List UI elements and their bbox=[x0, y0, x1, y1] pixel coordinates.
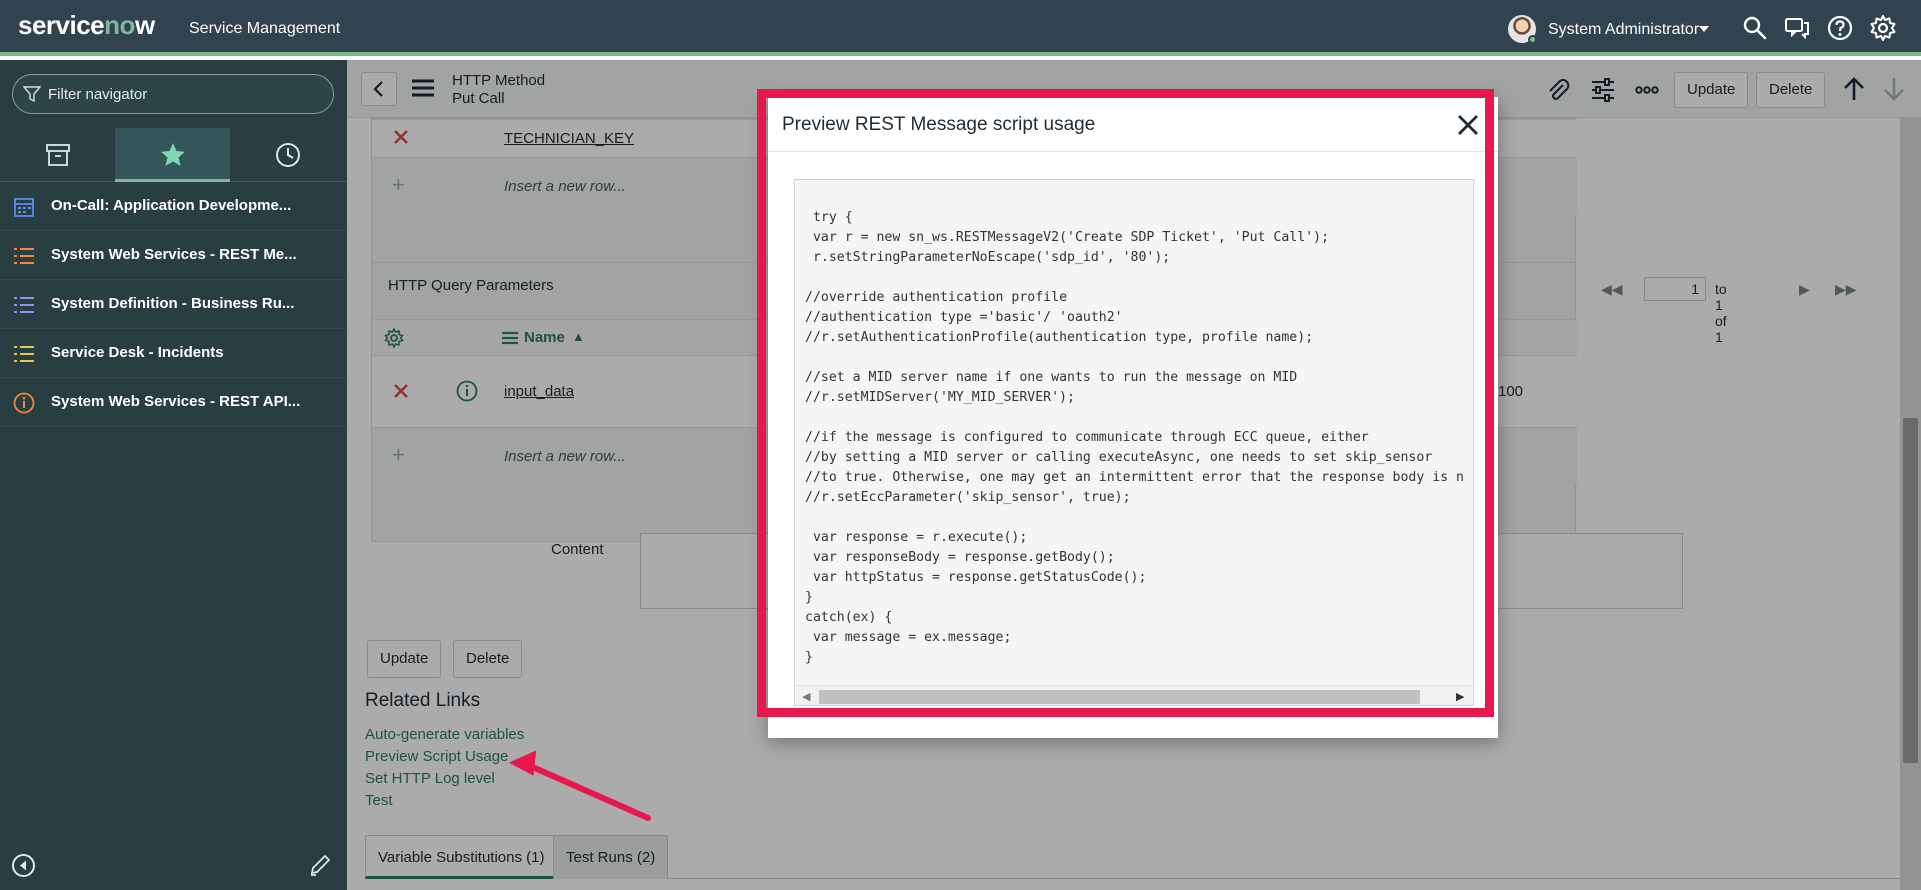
servicenow-logo[interactable]: servicenow bbox=[18, 10, 155, 41]
product-name: Service Management bbox=[189, 20, 341, 37]
collapse-navigator-icon[interactable] bbox=[11, 853, 36, 878]
tab-all-applications[interactable] bbox=[0, 128, 115, 182]
navigator-tabs bbox=[0, 128, 347, 182]
nav-item-incidents[interactable]: Service Desk - Incidents bbox=[0, 329, 347, 378]
archive-icon bbox=[46, 144, 70, 166]
help-icon[interactable] bbox=[1826, 14, 1854, 42]
info-icon bbox=[13, 392, 35, 414]
online-status-dot bbox=[1528, 35, 1537, 44]
star-icon bbox=[161, 143, 185, 166]
edit-pencil-icon[interactable] bbox=[308, 853, 332, 877]
chevron-down-icon[interactable] bbox=[1697, 22, 1711, 36]
top-banner: servicenow Service Management System Adm… bbox=[0, 0, 1921, 56]
nav-item-on-call[interactable]: On-Call: Application Developme... bbox=[0, 182, 347, 231]
tab-favorites[interactable] bbox=[115, 128, 230, 182]
application-navigator: Filter navigator On-Call: Application De… bbox=[0, 60, 347, 890]
calendar-icon bbox=[14, 198, 34, 217]
list-icon bbox=[14, 346, 34, 362]
nav-item-rest-api[interactable]: System Web Services - REST API... bbox=[0, 378, 347, 427]
list-icon bbox=[14, 248, 34, 264]
clock-icon bbox=[276, 143, 300, 167]
nav-item-rest-messages[interactable]: System Web Services - REST Me... bbox=[0, 231, 347, 280]
avatar[interactable] bbox=[1508, 15, 1537, 44]
gear-icon[interactable] bbox=[1869, 14, 1897, 42]
search-icon[interactable] bbox=[1741, 14, 1769, 42]
navigator-footer bbox=[0, 840, 347, 890]
tab-history[interactable] bbox=[230, 128, 345, 182]
highlight-box bbox=[757, 89, 1494, 717]
list-icon bbox=[14, 297, 34, 313]
user-menu-name[interactable]: System Administrator bbox=[1548, 21, 1699, 39]
filter-navigator-input[interactable]: Filter navigator bbox=[12, 74, 334, 114]
chat-icon[interactable] bbox=[1783, 14, 1811, 42]
filter-icon bbox=[23, 86, 41, 103]
nav-item-business-rules[interactable]: System Definition - Business Ru... bbox=[0, 280, 347, 329]
